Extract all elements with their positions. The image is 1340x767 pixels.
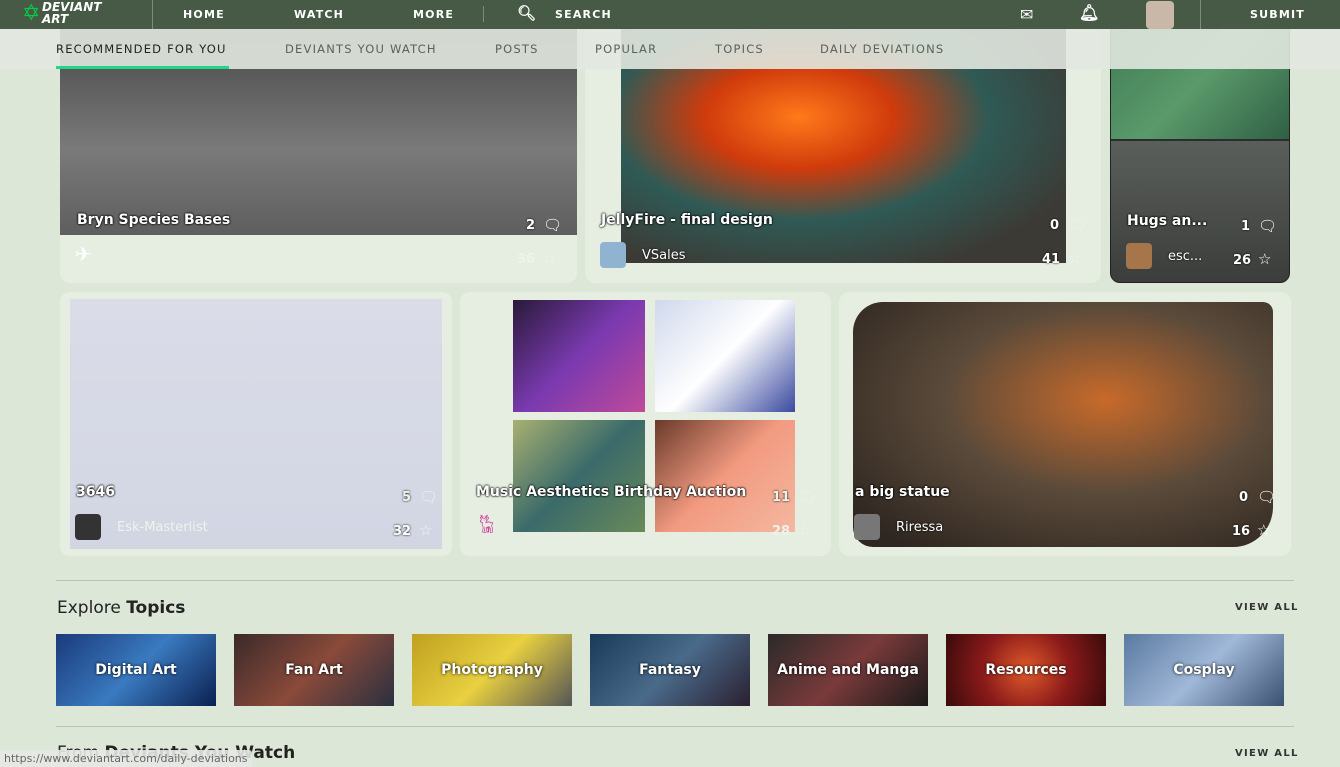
user-avatar[interactable] [75,514,101,540]
status-bar-url: https://www.deviantart.com/daily-deviati… [0,750,252,767]
deviation-card[interactable]: a big statue 0 🗨︎ Riressa 16 ☆ [839,292,1291,556]
card-title[interactable]: Hugs an... [1127,213,1207,229]
artwork-image[interactable] [655,300,795,412]
username[interactable]: Esk-Masterlist [117,520,208,535]
bell-icon[interactable]: 🔔︎ [1079,3,1101,22]
topic-cosplay[interactable]: Cosplay [1124,634,1284,706]
comment-icon[interactable]: 🗨︎ [1257,489,1276,505]
comment-count: 0 [1050,218,1060,233]
topic-anime-and-manga[interactable]: Anime and Manga [768,634,928,706]
user-avatar[interactable] [854,514,880,540]
topic-fantasy[interactable]: Fantasy [590,634,750,706]
tab-topics[interactable]: TOPICS [715,42,764,56]
star-icon[interactable]: ☆ [1257,522,1273,538]
card-title[interactable]: Music Aesthetics Birthday Auction [476,484,746,500]
topic-photography[interactable]: Photography [412,634,572,706]
comment-count: 0 [1239,490,1249,505]
username[interactable]: esc... [1168,249,1202,264]
tab-posts[interactable]: POSTS [495,42,539,56]
fav-count: 32 [393,524,412,539]
user-avatar[interactable]: 🦌︎ [475,514,501,540]
fav-count: 36 [517,252,536,267]
divider [1200,0,1201,29]
tab-deviants-you-watch[interactable]: DEVIANTS YOU WATCH [285,42,437,56]
tab-recommended[interactable]: RECOMMENDED FOR YOU [56,42,227,56]
active-tab-indicator [56,66,229,69]
card-title[interactable]: 3646 [76,484,115,500]
fav-count: 41 [1042,252,1061,267]
user-avatar[interactable] [1126,243,1152,269]
artwork-image[interactable] [513,420,645,532]
heading-bold: Topics [126,598,186,618]
topic-fan-art[interactable]: Fan Art [234,634,394,706]
divider [152,0,153,29]
submit-button[interactable]: SUBMIT [1250,8,1305,21]
explore-topics-heading: Explore Topics [57,598,185,618]
comment-count: 1 [1241,219,1251,234]
comment-icon[interactable]: 🗨︎ [1068,217,1087,233]
deviantart-logo[interactable]: ✡ DEVIANT ART [22,1,122,28]
artwork-image[interactable] [655,420,795,532]
topic-resources[interactable]: Resources [946,634,1106,706]
view-all-topics-link[interactable]: VIEW ALL [1235,602,1299,613]
topic-digital-art[interactable]: Digital Art [56,634,216,706]
fav-count: 16 [1232,524,1251,539]
section-divider [56,580,1294,581]
comment-count: 5 [402,490,412,505]
search-button[interactable]: SEARCH [555,8,612,21]
mail-icon[interactable]: ✉ [1020,5,1035,24]
divider [483,6,484,22]
artwork-image[interactable] [70,299,442,549]
username[interactable]: VSales [642,248,686,263]
comment-count: 2 [526,218,536,233]
user-avatar[interactable]: ✈ [75,242,101,268]
user-avatar[interactable] [1146,1,1174,29]
star-icon[interactable]: ☆ [543,250,559,266]
comment-count: 11 [772,490,791,505]
star-icon[interactable]: ☆ [419,522,435,538]
star-icon[interactable]: ☆ [1068,250,1084,266]
card-title[interactable]: Bryn Species Bases [77,212,230,228]
section-divider [56,726,1294,727]
username[interactable]: Riressa [896,520,943,535]
fav-count: 26 [1233,253,1252,268]
feed-tabs: RECOMMENDED FOR YOU DEVIANTS YOU WATCH P… [0,29,1340,69]
user-avatar[interactable] [600,242,626,268]
heading-prefix: Explore [57,598,127,618]
star-icon[interactable]: ☆ [1258,251,1274,267]
comment-icon[interactable]: 🗨︎ [543,217,562,233]
star-icon[interactable]: ☆ [798,522,814,538]
view-all-watch-link[interactable]: VIEW ALL [1235,748,1299,759]
nav-watch[interactable]: WATCH [294,8,344,21]
card-title[interactable]: JellyFire - final design [601,212,773,228]
artwork-image[interactable] [853,302,1273,547]
comment-icon[interactable]: 🗨︎ [798,489,817,505]
nav-home[interactable]: HOME [183,8,225,21]
comment-icon[interactable]: 🗨︎ [1258,218,1277,234]
fav-count: 28 [772,524,791,539]
tab-popular[interactable]: POPULAR [595,42,657,56]
search-icon[interactable]: 🔍︎ [517,4,537,22]
deviation-card[interactable]: Music Aesthetics Birthday Auction 11 🗨︎ … [460,292,831,556]
comment-icon[interactable]: 🗨︎ [419,489,438,505]
tab-daily-deviations[interactable]: DAILY DEVIATIONS [820,42,944,56]
artwork-image[interactable] [513,300,645,412]
nav-more[interactable]: MORE [413,8,454,21]
card-title[interactable]: a big statue [855,484,950,500]
deviation-card[interactable]: 3646 5 🗨︎ Esk-Masterlist 32 ☆ [60,292,452,556]
top-nav-bar: ✡ DEVIANT ART HOME WATCH MORE 🔍︎ SEARCH ✉ … [0,0,1340,29]
